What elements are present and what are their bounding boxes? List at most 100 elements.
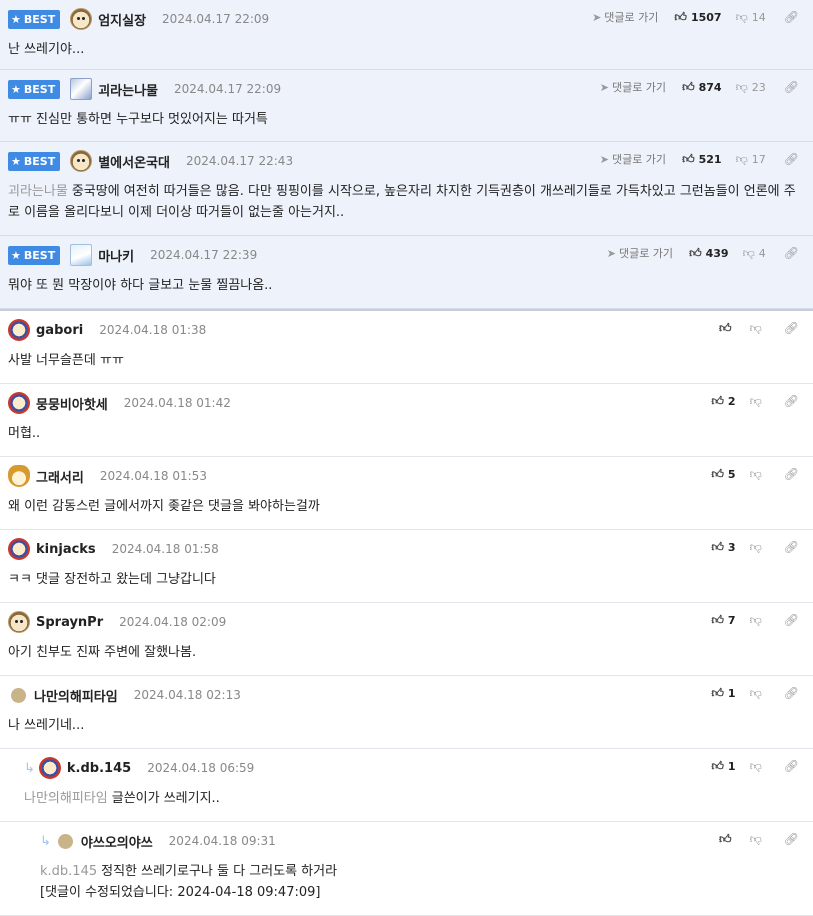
comment-header: ★ BEST 엄지실장 2024.04.17 22:09 — [8, 8, 269, 30]
thumbs-up-icon: 👍︎ — [711, 466, 724, 481]
mention-link[interactable]: k.db.145 — [40, 864, 97, 879]
link-icon[interactable]: 🔗︎ — [784, 832, 799, 846]
like-button[interactable]: 👍︎ 2 — [711, 394, 735, 409]
like-button[interactable]: 👍︎ 1 — [711, 759, 735, 774]
best-comment: ★ BEST 괴라는나물 2024.04.17 22:09 ➤ 댓글로 가기 👍︎ 874 👎︎… — [0, 70, 813, 142]
author-nickname[interactable]: 괴라는나물 — [98, 80, 158, 99]
dislike-button[interactable]: 👎︎ — [750, 686, 766, 701]
dislike-button[interactable]: 👎︎ — [750, 321, 766, 336]
dislike-button[interactable]: 👎︎ 23 — [736, 80, 766, 95]
author-nickname[interactable]: 별에서온국대 — [98, 152, 170, 171]
dislike-button[interactable]: 👎︎ 4 — [743, 246, 766, 261]
comment-text: 괴라는나물 중국땅에 여전히 따거들은 많음. 다만 핑핑이를 시작으로, 높은자… — [8, 181, 805, 223]
thumbs-down-icon: 👎︎ — [749, 685, 762, 700]
dislike-button[interactable]: 👎︎ — [750, 467, 766, 482]
like-button[interactable]: 👍︎ — [719, 321, 736, 336]
comment-header: ↳ 야쓰오의야쓰 2024.04.18 09:31 — [40, 830, 276, 852]
best-badge-label: BEST — [23, 154, 56, 168]
link-icon[interactable]: 🔗︎ — [784, 10, 799, 24]
send-arrow-icon: ➤ — [599, 153, 609, 166]
dislike-button[interactable]: 👎︎ — [750, 832, 766, 847]
user-avatar[interactable] — [11, 687, 26, 703]
link-icon[interactable]: 🔗︎ — [784, 394, 799, 408]
dislike-button[interactable]: 👎︎ — [750, 540, 766, 555]
link-icon[interactable]: 🔗︎ — [784, 80, 799, 94]
thumbs-down-icon: 👎︎ — [749, 393, 762, 408]
author-nickname[interactable]: 나만의해피타임 — [34, 686, 118, 705]
author-nickname[interactable]: 야쓰오의야쓰 — [81, 832, 153, 851]
star-icon: ★ — [11, 12, 21, 26]
like-button[interactable]: 👍︎ 439 — [689, 246, 729, 261]
comment-date: 2024.04.17 22:09 — [174, 82, 282, 96]
link-icon[interactable]: 🔗︎ — [784, 321, 799, 335]
comment-header: kinjacks 2024.04.18 01:58 — [8, 538, 219, 560]
author-nickname[interactable]: SpraynPr — [36, 615, 103, 630]
dislike-count: 4 — [758, 246, 766, 260]
star-icon: ★ — [11, 248, 21, 262]
thumbs-down-icon: 👎︎ — [749, 758, 762, 773]
link-icon[interactable]: 🔗︎ — [784, 246, 799, 260]
user-avatar[interactable] — [8, 611, 30, 633]
link-icon[interactable]: 🔗︎ — [784, 759, 799, 773]
goto-comment-label: 댓글로 가기 — [604, 11, 659, 24]
link-icon[interactable]: 🔗︎ — [784, 540, 799, 554]
like-button[interactable]: 👍︎ 5 — [711, 467, 735, 482]
goto-comment-link[interactable]: ➤ 댓글로 가기 — [600, 151, 666, 167]
dislike-button[interactable]: 👎︎ — [750, 759, 766, 774]
user-avatar[interactable] — [8, 319, 30, 341]
author-nickname[interactable]: 엄지실장 — [98, 10, 146, 29]
dislike-button[interactable]: 👎︎ — [750, 394, 766, 409]
like-button[interactable]: 👍︎ 521 — [682, 152, 722, 167]
comment-actions: ➤ 댓글로 가기 👍︎ 1507 👎︎ 14 🔗︎ — [592, 8, 799, 26]
reply-comment: ↳ k.db.145 2024.04.18 06:59 👍︎ 1 👎︎ 🔗︎ 나만의해피타임 글… — [0, 749, 813, 822]
user-avatar[interactable] — [8, 465, 30, 487]
dislike-count: 23 — [751, 80, 766, 94]
user-avatar[interactable] — [38, 757, 61, 779]
best-badge-label: BEST — [23, 12, 56, 26]
mention-link[interactable]: 나만의해피타임 — [24, 791, 108, 806]
user-avatar[interactable] — [57, 833, 73, 849]
like-button[interactable]: 👍︎ — [719, 832, 736, 847]
link-icon[interactable]: 🔗︎ — [784, 686, 799, 700]
comment-text: 난 쓰레기야... — [8, 39, 805, 60]
link-icon[interactable]: 🔗︎ — [784, 467, 799, 481]
user-avatar[interactable] — [8, 538, 30, 560]
comment-body: 뭐야 또 뭔 막장이야 하다 글보고 눈물 찔끔나옴.. — [8, 278, 273, 293]
dislike-count: 17 — [751, 152, 766, 166]
link-icon[interactable]: 🔗︎ — [784, 152, 799, 166]
dislike-button[interactable]: 👎︎ — [750, 613, 766, 628]
like-button[interactable]: 👍︎ 1507 — [674, 10, 721, 25]
comment-body: 글쓴이가 쓰레기지.. — [111, 791, 220, 806]
comment-header: 그래서리 2024.04.18 01:53 — [8, 465, 207, 487]
author-nickname[interactable]: k.db.145 — [67, 761, 131, 776]
goto-comment-link[interactable]: ➤ 댓글로 가기 — [600, 79, 666, 95]
user-avatar[interactable] — [70, 78, 93, 100]
user-avatar[interactable] — [70, 150, 93, 172]
dislike-button[interactable]: 👎︎ 14 — [736, 10, 766, 25]
comment-actions: 👍︎ 👎︎ 🔗︎ — [719, 319, 799, 337]
author-nickname[interactable]: 뭉뭉비아핫세 — [36, 394, 108, 413]
user-avatar[interactable] — [70, 244, 93, 266]
thumbs-up-icon: 👍︎ — [674, 9, 687, 24]
author-nickname[interactable]: kinjacks — [36, 542, 96, 557]
author-nickname[interactable]: 마나키 — [98, 246, 134, 265]
user-avatar[interactable] — [70, 8, 93, 30]
like-button[interactable]: 👍︎ 1 — [711, 686, 735, 701]
user-avatar[interactable] — [8, 392, 30, 414]
goto-comment-link[interactable]: ➤ 댓글로 가기 — [607, 245, 673, 261]
like-button[interactable]: 👍︎ 3 — [711, 540, 735, 555]
reply-arrow-icon: ↳ — [24, 760, 35, 776]
best-comment: ★ BEST 마나키 2024.04.17 22:39 ➤ 댓글로 가기 👍︎ 439 👎︎ 4 🔗… — [0, 236, 813, 309]
dislike-button[interactable]: 👎︎ 17 — [736, 152, 766, 167]
mention-link[interactable]: 괴라는나물 — [8, 184, 68, 199]
author-nickname[interactable]: 그래서리 — [36, 467, 84, 486]
link-icon[interactable]: 🔗︎ — [784, 613, 799, 627]
thumbs-down-icon: 👎︎ — [749, 539, 762, 554]
comment-text: k.db.145 정직한 쓰레기로구나 둘 다 그러도록 하거라 [댓글이 수정되었… — [40, 861, 805, 903]
like-button[interactable]: 👍︎ 7 — [711, 613, 735, 628]
goto-comment-link[interactable]: ➤ 댓글로 가기 — [592, 9, 658, 25]
comment-text: 나 쓰레기네... — [8, 715, 805, 736]
comment-date: 2024.04.17 22:09 — [162, 12, 270, 26]
author-nickname[interactable]: gabori — [36, 323, 83, 338]
like-button[interactable]: 👍︎ 874 — [682, 80, 722, 95]
